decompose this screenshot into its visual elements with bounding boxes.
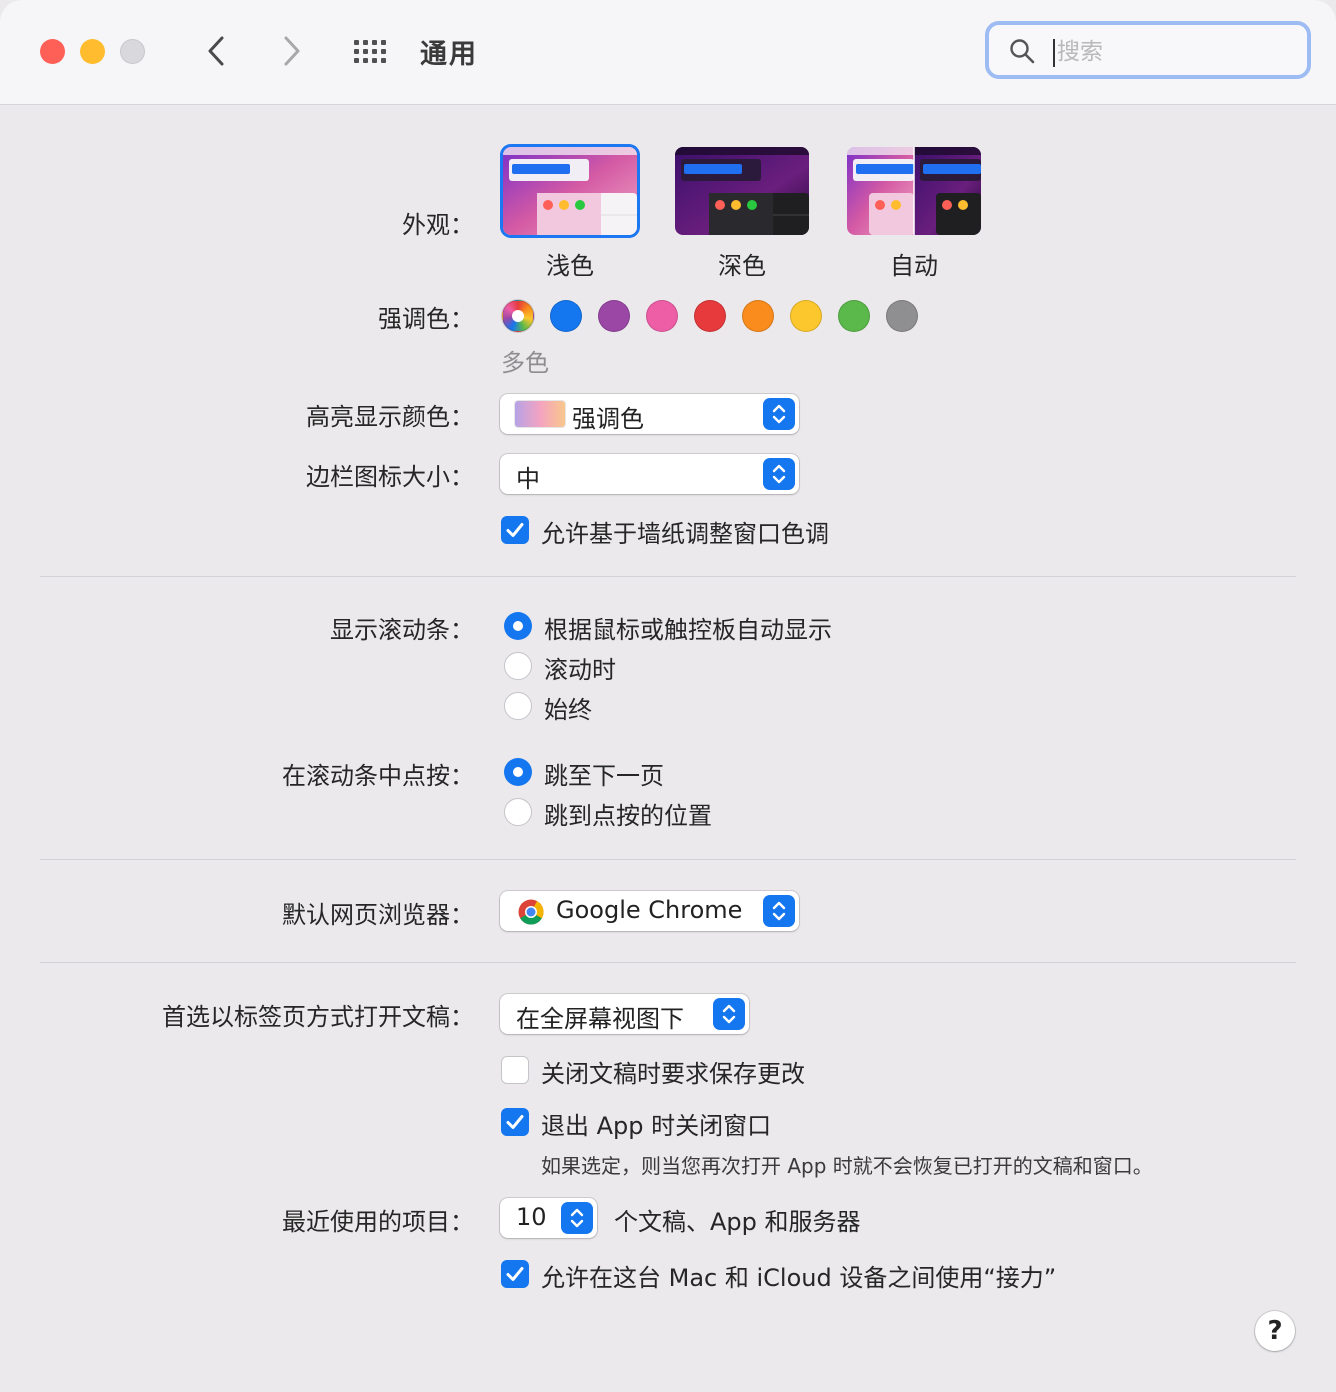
close-windows-label: 退出 App 时关闭窗口: [541, 1112, 772, 1140]
recent-items-value: 10: [516, 1203, 547, 1231]
checkmark-icon: [506, 523, 524, 537]
highlight-color-preview: [515, 401, 565, 427]
accent-orange-swatch[interactable]: [742, 300, 774, 332]
appearance-dark-option[interactable]: [675, 147, 809, 235]
close-windows-checkbox[interactable]: [501, 1108, 529, 1136]
click-scrollbar-label: 在滚动条中点按：: [282, 762, 474, 790]
updown-chevron-icon: [772, 901, 786, 921]
chevron-right-icon: [284, 36, 300, 66]
prefer-tabs-value: 在全屏幕视图下: [516, 1005, 684, 1033]
popup-arrows: [763, 895, 795, 927]
section-divider: [40, 962, 1296, 963]
selected-indicator: [512, 310, 524, 322]
section-divider: [40, 859, 1296, 860]
highlight-color-popup[interactable]: 强调色: [500, 394, 799, 434]
appearance-dark-caption: 深色: [718, 252, 766, 280]
accent-pink-swatch[interactable]: [646, 300, 678, 332]
appearance-light-caption: 浅色: [546, 252, 594, 280]
scrollbars-when-scrolling-label: 滚动时: [544, 656, 616, 684]
help-button[interactable]: ?: [1255, 1311, 1295, 1351]
accent-color-label: 强调色：: [378, 305, 474, 333]
default-browser-value: Google Chrome: [556, 896, 743, 924]
chrome-icon: [518, 899, 544, 925]
chevron-left-icon: [208, 36, 224, 66]
back-button[interactable]: [196, 30, 236, 72]
recent-items-label: 最近使用的项目：: [282, 1208, 474, 1236]
dark-appearance-thumbnail: [675, 147, 809, 235]
wallpaper-tint-label: 允许基于墙纸调整窗口色调: [541, 520, 829, 548]
section-divider: [40, 576, 1296, 577]
sidebar-icon-size-value: 中: [516, 465, 540, 493]
wallpaper-tint-checkbox[interactable]: [501, 516, 529, 544]
recent-items-popup[interactable]: 10: [500, 1198, 597, 1238]
accent-selected-caption: 多色: [501, 349, 549, 377]
default-browser-label: 默认网页浏览器：: [282, 901, 474, 929]
checkmark-icon: [506, 1115, 524, 1129]
popup-arrows: [713, 998, 745, 1030]
updown-chevron-icon: [772, 404, 786, 424]
sidebar-icon-size-label: 边栏图标大小：: [306, 463, 474, 491]
default-browser-popup[interactable]: Google Chrome: [500, 891, 799, 931]
search-input[interactable]: [1055, 35, 1289, 69]
click-next-page-radio[interactable]: [504, 758, 532, 786]
accent-green-swatch[interactable]: [838, 300, 870, 332]
close-window-button[interactable]: [40, 39, 65, 64]
preferences-window: 通用 外观： 浅色: [0, 0, 1336, 1392]
highlight-color-value: 强调色: [572, 405, 644, 433]
accent-blue-swatch[interactable]: [550, 300, 582, 332]
click-jump-spot-label: 跳到点按的位置: [544, 802, 712, 830]
accent-yellow-swatch[interactable]: [790, 300, 822, 332]
show-scrollbars-label: 显示滚动条：: [330, 616, 474, 644]
click-next-page-label: 跳至下一页: [544, 762, 664, 790]
minimize-window-button[interactable]: [80, 39, 105, 64]
forward-button[interactable]: [272, 30, 312, 72]
accent-graphite-swatch[interactable]: [886, 300, 918, 332]
accent-multicolor-swatch[interactable]: [502, 300, 534, 332]
show-all-button[interactable]: [350, 34, 394, 70]
scrollbars-always-radio[interactable]: [504, 692, 532, 720]
checkmark-icon: [506, 1267, 524, 1281]
window-title: 通用: [420, 39, 478, 70]
scrollbars-always-label: 始终: [544, 696, 592, 724]
accent-red-swatch[interactable]: [694, 300, 726, 332]
accent-purple-swatch[interactable]: [598, 300, 630, 332]
updown-chevron-icon: [772, 464, 786, 484]
popup-arrows: [763, 458, 795, 490]
auto-appearance-thumbnail: [847, 147, 981, 235]
prefer-tabs-popup[interactable]: 在全屏幕视图下: [500, 994, 749, 1034]
prefer-tabs-label: 首选以标签页方式打开文稿：: [162, 1003, 474, 1031]
highlight-color-label: 高亮显示颜色：: [306, 403, 474, 431]
scrollbars-when-scrolling-radio[interactable]: [504, 652, 532, 680]
light-appearance-thumbnail: [503, 147, 637, 235]
title-bar: 通用: [0, 0, 1336, 105]
scrollbars-auto-radio[interactable]: [504, 612, 532, 640]
ask-keep-changes-checkbox[interactable]: [501, 1056, 529, 1084]
click-jump-spot-radio[interactable]: [504, 798, 532, 826]
scrollbars-auto-label: 根据鼠标或触控板自动显示: [544, 616, 832, 644]
handoff-label: 允许在这台 Mac 和 iCloud 设备之间使用“接力”: [541, 1264, 1057, 1292]
popup-arrows: [763, 398, 795, 430]
appearance-label: 外观：: [402, 211, 474, 239]
updown-chevron-icon: [570, 1208, 584, 1228]
close-windows-note: 如果选定，则当您再次打开 App 时就不会恢复已打开的文稿和窗口。: [541, 1154, 1153, 1178]
handoff-checkbox[interactable]: [501, 1260, 529, 1288]
appearance-auto-caption: 自动: [890, 252, 938, 280]
search-field[interactable]: [985, 21, 1311, 79]
recent-items-suffix: 个文稿、App 和服务器: [614, 1208, 861, 1236]
popup-arrows: [561, 1202, 593, 1234]
zoom-window-button[interactable]: [120, 39, 145, 64]
appearance-light-option[interactable]: [503, 147, 637, 235]
search-icon: [1010, 39, 1035, 64]
updown-chevron-icon: [722, 1004, 736, 1024]
ask-keep-changes-label: 关闭文稿时要求保存更改: [541, 1060, 805, 1088]
appearance-auto-option[interactable]: [847, 147, 981, 235]
sidebar-icon-size-popup[interactable]: 中: [500, 454, 799, 494]
